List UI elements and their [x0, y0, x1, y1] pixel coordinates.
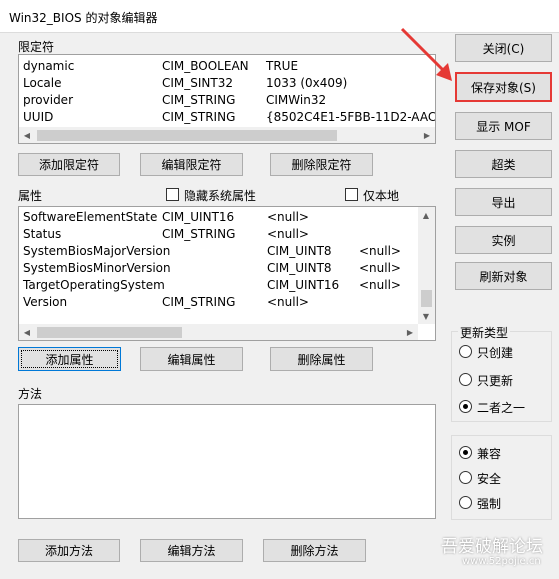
create-only-label: 只创建 [477, 346, 514, 360]
qualifier-name: provider [23, 93, 73, 107]
property-type: CIM_UINT8 [267, 261, 332, 275]
properties-list[interactable]: SoftwareElementState CIM_UINT16 <null> S… [18, 206, 436, 341]
delete-property-button[interactable]: 删除属性 [270, 347, 373, 371]
property-type: CIM_UINT16 [162, 210, 235, 224]
scroll-right-icon[interactable]: ▶ [419, 127, 435, 143]
property-value: <null> [359, 244, 401, 258]
window-title: Win32_BIOS 的对象编辑器 [9, 11, 158, 25]
export-button[interactable]: 导出 [455, 188, 552, 216]
methods-list[interactable] [18, 404, 436, 519]
qualifier-name: Locale [23, 76, 62, 90]
add-property-button[interactable]: 添加属性 [18, 347, 121, 371]
properties-vscrollbar[interactable]: ▲ ▼ [418, 207, 435, 324]
property-value: <null> [267, 295, 309, 309]
radio-compatible[interactable] [459, 446, 472, 459]
property-value: <null> [267, 227, 309, 241]
edit-qualifier-button[interactable]: 编辑限定符 [140, 153, 243, 176]
add-qualifier-button[interactable]: 添加限定符 [18, 153, 120, 176]
qualifiers-hscroll-thumb[interactable] [37, 130, 337, 141]
scroll-right-icon[interactable]: ▶ [402, 324, 418, 340]
close-button[interactable]: 关闭(C) [455, 34, 552, 62]
properties-hscroll-thumb[interactable] [37, 327, 182, 338]
qualifier-name: dynamic [23, 59, 75, 73]
radio-force[interactable] [459, 496, 472, 509]
property-type: CIM_UINT16 [267, 278, 340, 292]
save-object-button[interactable]: 保存对象(S) [455, 72, 552, 102]
property-name: TargetOperatingSystem [23, 278, 165, 292]
qualifier-type: CIM_STRING [162, 110, 236, 124]
properties-vscroll-thumb[interactable] [421, 290, 432, 307]
force-label: 强制 [477, 497, 502, 511]
scroll-down-icon[interactable]: ▼ [418, 308, 434, 324]
properties-hscrollbar[interactable]: ◀ ▶ [19, 324, 418, 340]
compatible-label: 兼容 [477, 447, 502, 461]
methods-label: 方法 [18, 387, 43, 401]
property-name: SystemBiosMinorVersion [23, 261, 171, 275]
qualifiers-hscrollbar[interactable]: ◀ ▶ [19, 127, 435, 143]
property-value: <null> [359, 278, 401, 292]
superclass-button[interactable]: 超类 [455, 150, 552, 178]
update-type-label: 更新类型 [458, 324, 511, 341]
instances-button[interactable]: 实例 [455, 226, 552, 254]
update-only-label: 只更新 [477, 374, 514, 388]
hide-system-properties-checkbox[interactable] [166, 188, 179, 201]
scroll-left-icon[interactable]: ◀ [19, 127, 35, 143]
show-mof-button[interactable]: 显示 MOF [455, 112, 552, 140]
property-type: CIM_STRING [162, 227, 236, 241]
property-name: Status [23, 227, 62, 241]
scroll-left-icon[interactable]: ◀ [19, 324, 35, 340]
safe-label: 安全 [477, 472, 502, 486]
qualifiers-list[interactable]: dynamic CIM_BOOLEAN TRUE Locale CIM_SINT… [18, 54, 436, 144]
property-type: CIM_STRING [162, 295, 236, 309]
qualifier-type: CIM_BOOLEAN [162, 59, 249, 73]
scroll-up-icon[interactable]: ▲ [418, 207, 434, 223]
property-name: Version [23, 295, 68, 309]
highlight-arrow-icon [400, 27, 452, 81]
qualifier-name: UUID [23, 110, 54, 124]
radio-safe[interactable] [459, 471, 472, 484]
delete-qualifier-button[interactable]: 删除限定符 [270, 153, 373, 176]
hide-system-properties-label: 隐藏系统属性 [184, 189, 257, 203]
qualifier-type: CIM_STRING [162, 93, 236, 107]
qualifiers-label: 限定符 [18, 40, 55, 54]
refresh-object-button[interactable]: 刷新对象 [455, 262, 552, 290]
radio-update-only[interactable] [459, 373, 472, 386]
property-value: <null> [359, 261, 401, 275]
either-label: 二者之一 [477, 401, 526, 415]
edit-method-button[interactable]: 编辑方法 [140, 539, 243, 562]
local-only-label: 仅本地 [363, 189, 400, 203]
delete-method-button[interactable]: 删除方法 [263, 539, 366, 562]
properties-label: 属性 [18, 189, 43, 203]
edit-property-button[interactable]: 编辑属性 [140, 347, 243, 371]
watermark-url: www.52pojie.cn [462, 556, 541, 567]
qualifier-value: {8502C4E1-5FBB-11D2-AAC1- [266, 110, 436, 124]
add-method-button[interactable]: 添加方法 [18, 539, 120, 562]
qualifier-type: CIM_SINT32 [162, 76, 234, 90]
local-only-checkbox[interactable] [345, 188, 358, 201]
qualifier-value: TRUE [266, 59, 299, 73]
property-name: SystemBiosMajorVersion [23, 244, 171, 258]
qualifier-value: CIMWin32 [266, 93, 327, 107]
watermark-text: 吾爱破解论坛 [441, 537, 543, 557]
radio-create-only[interactable] [459, 345, 472, 358]
title-bar: Win32_BIOS 的对象编辑器 [0, 0, 559, 32]
title-divider [0, 32, 559, 33]
property-name: SoftwareElementState [23, 210, 158, 224]
qualifier-value: 1033 (0x409) [266, 76, 348, 90]
property-value: <null> [267, 210, 309, 224]
property-type: CIM_UINT8 [267, 244, 332, 258]
radio-either[interactable] [459, 400, 472, 413]
